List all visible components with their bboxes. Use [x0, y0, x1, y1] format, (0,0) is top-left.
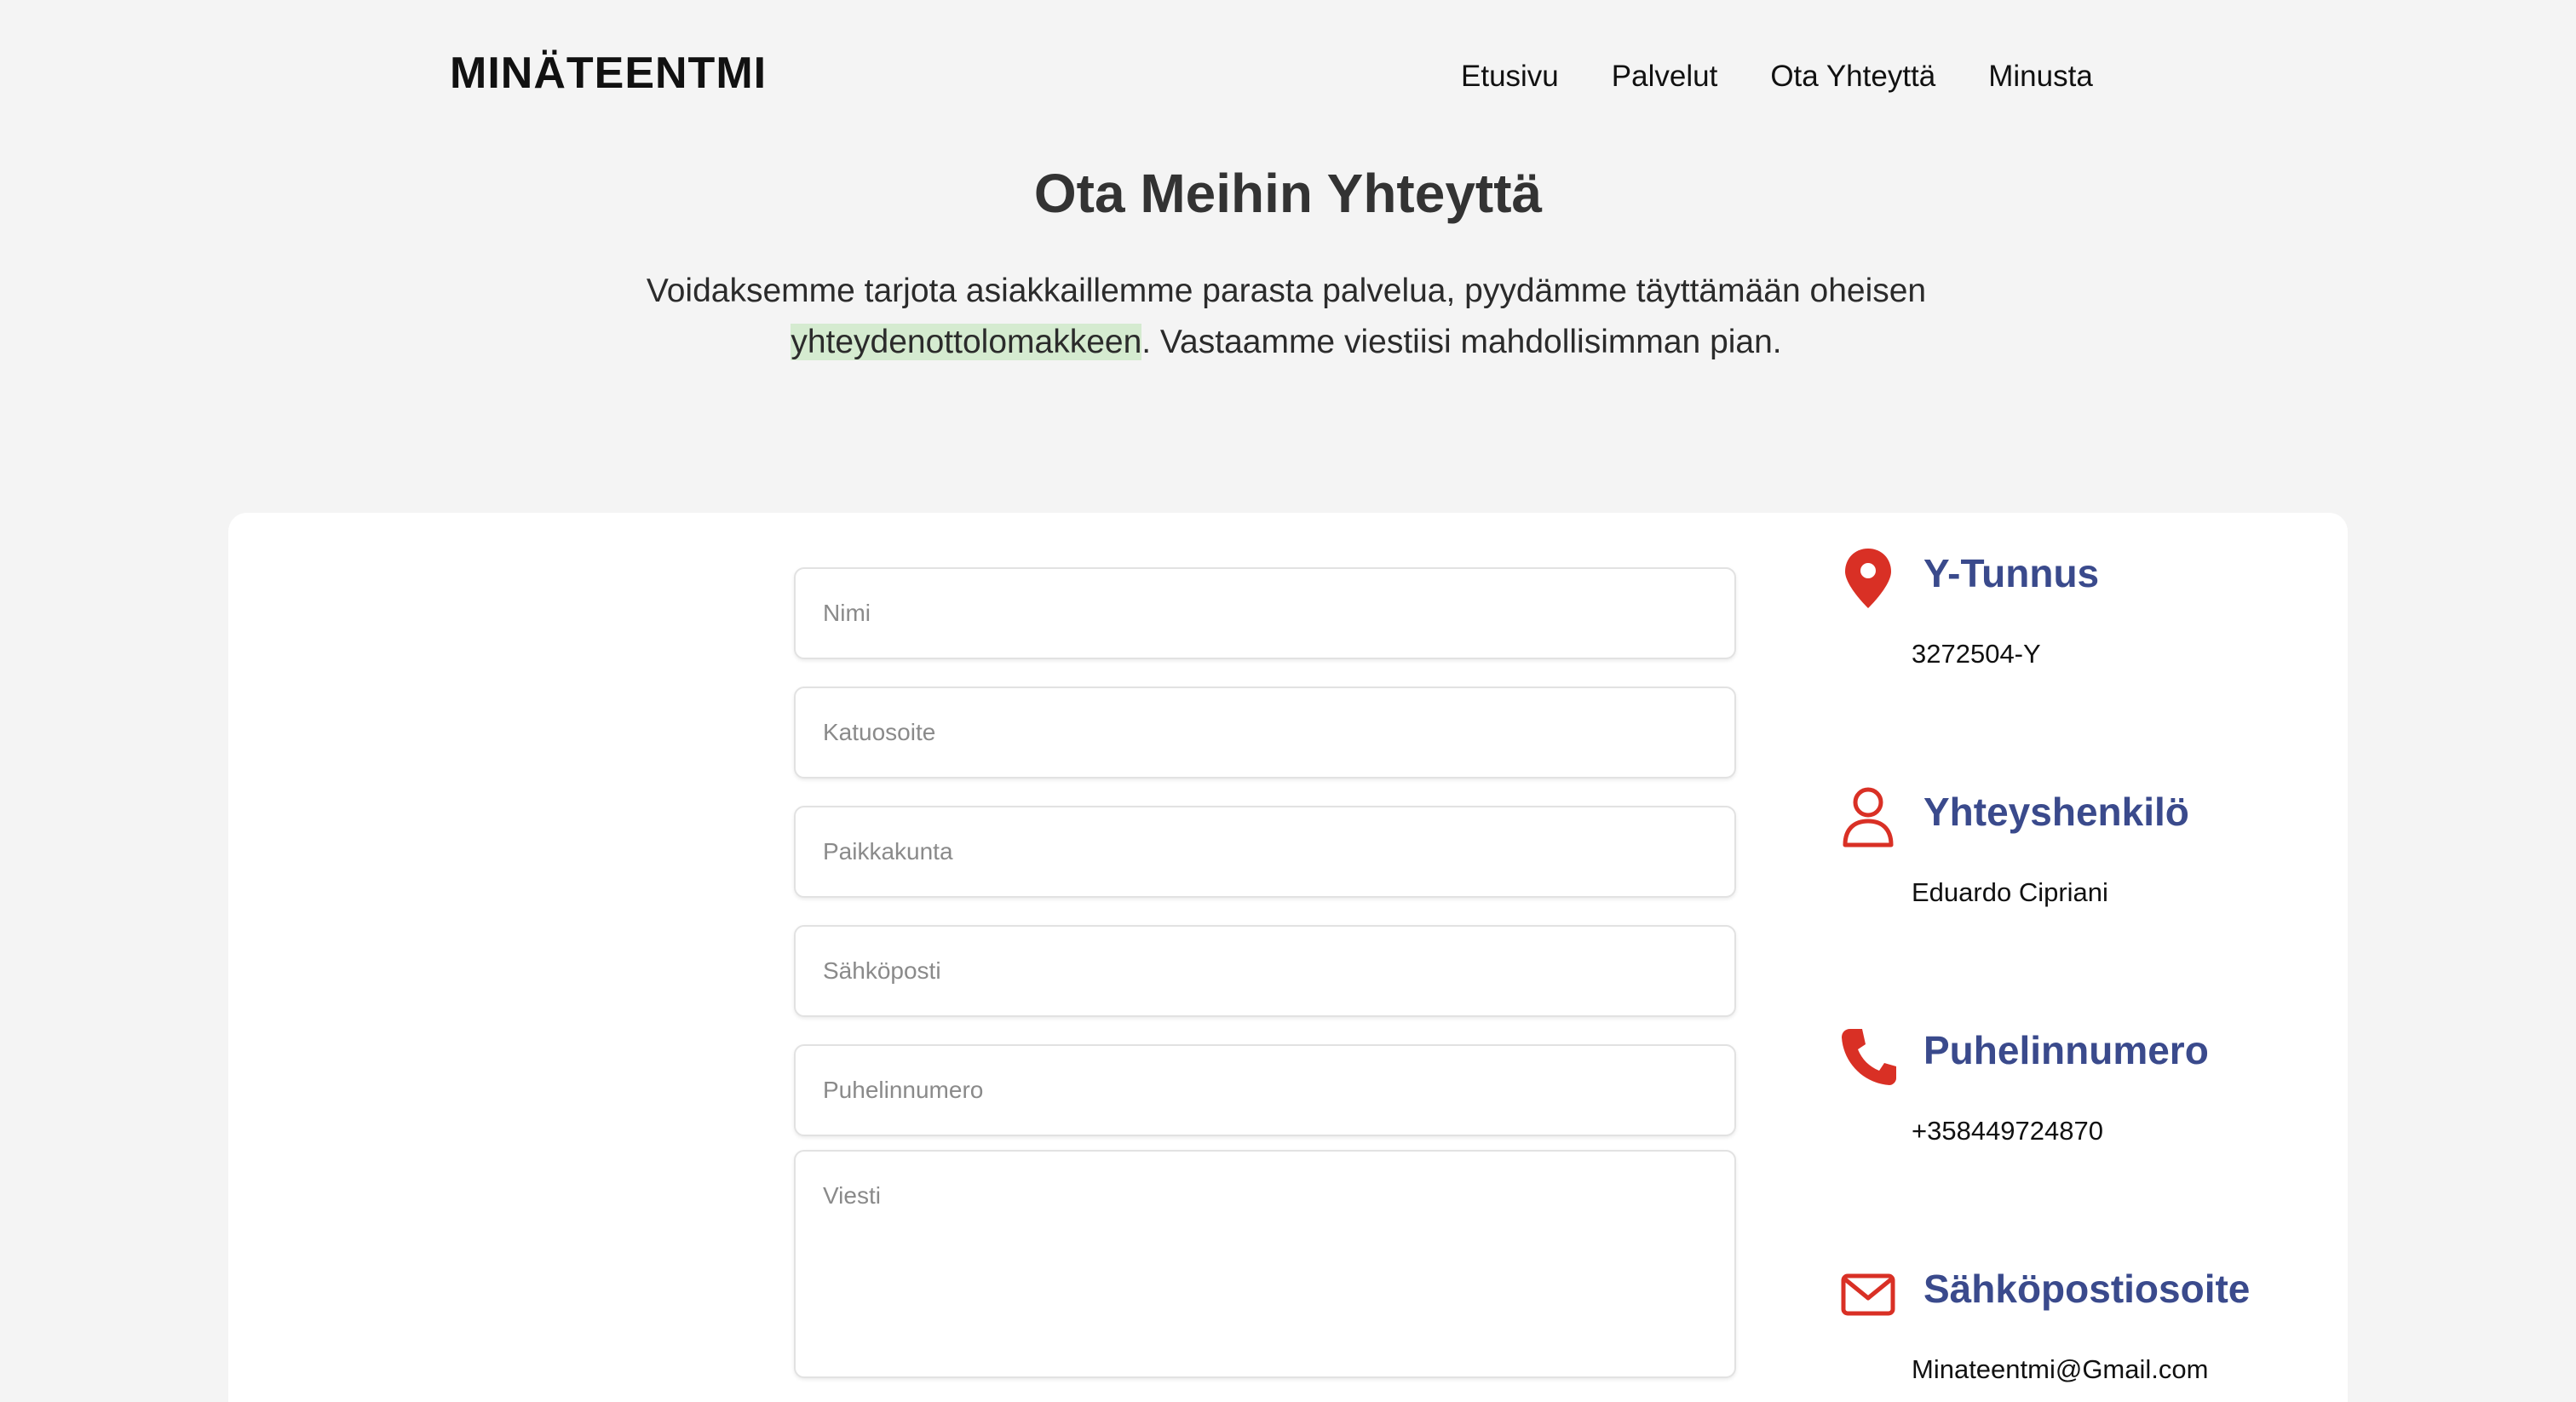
page: MINÄTEENTMI Etusivu Palvelut Ota Yhteytt… — [0, 0, 2576, 1402]
nav-link-minusta[interactable]: Minusta — [1988, 60, 2093, 94]
info-value: 3272504-Y — [1912, 639, 2041, 669]
info-heading: Y-Tunnus — [1923, 551, 2100, 595]
page-title: Ota Meihin Yhteyttä — [1033, 163, 1543, 224]
intro-highlight: yhteydenottolomakkeen — [791, 324, 1142, 360]
info-heading: Sähköpostiosoite — [1923, 1267, 2251, 1311]
street-address-input[interactable] — [794, 687, 1736, 779]
phone-icon — [1838, 1022, 1898, 1090]
info-value[interactable]: Minateentmi@Gmail.com — [1912, 1354, 2208, 1385]
intro-text: Voidaksemme tarjota asiakkaillemme paras… — [596, 266, 1976, 368]
phone-input[interactable] — [794, 1044, 1736, 1136]
nav-link-palvelut[interactable]: Palvelut — [1612, 60, 1718, 94]
message-textarea[interactable] — [794, 1150, 1736, 1378]
site-logo[interactable]: MINÄTEENTMI — [450, 48, 767, 99]
envelope-icon — [1838, 1261, 1898, 1329]
city-input[interactable] — [794, 806, 1736, 898]
email-input[interactable] — [794, 925, 1736, 1017]
intro-text-start: Voidaksemme tarjota asiakkaillemme paras… — [646, 273, 1927, 309]
contact-card: Y-Tunnus 3272504-Y Yhteyshenkilö Eduardo… — [228, 513, 2348, 1402]
nav-link-ota-yhteytta[interactable]: Ota Yhteyttä — [1770, 60, 1935, 94]
info-heading: Puhelinnumero — [1923, 1028, 2209, 1072]
site-header: MINÄTEENTMI Etusivu Palvelut Ota Yhteytt… — [0, 0, 2576, 162]
info-heading: Yhteyshenkilö — [1923, 790, 2189, 834]
nav-link-etusivu[interactable]: Etusivu — [1461, 60, 1559, 94]
location-pin-icon — [1838, 545, 1898, 613]
user-icon — [1838, 784, 1898, 852]
intro-text-end: . Vastaamme viestiisi mahdollisimman pia… — [1141, 324, 1782, 360]
main-nav: Etusivu Palvelut Ota Yhteyttä Minusta — [1461, 60, 2093, 94]
name-input[interactable] — [794, 567, 1736, 659]
info-value[interactable]: +358449724870 — [1912, 1116, 2103, 1146]
info-value: Eduardo Cipriani — [1912, 877, 2108, 907]
